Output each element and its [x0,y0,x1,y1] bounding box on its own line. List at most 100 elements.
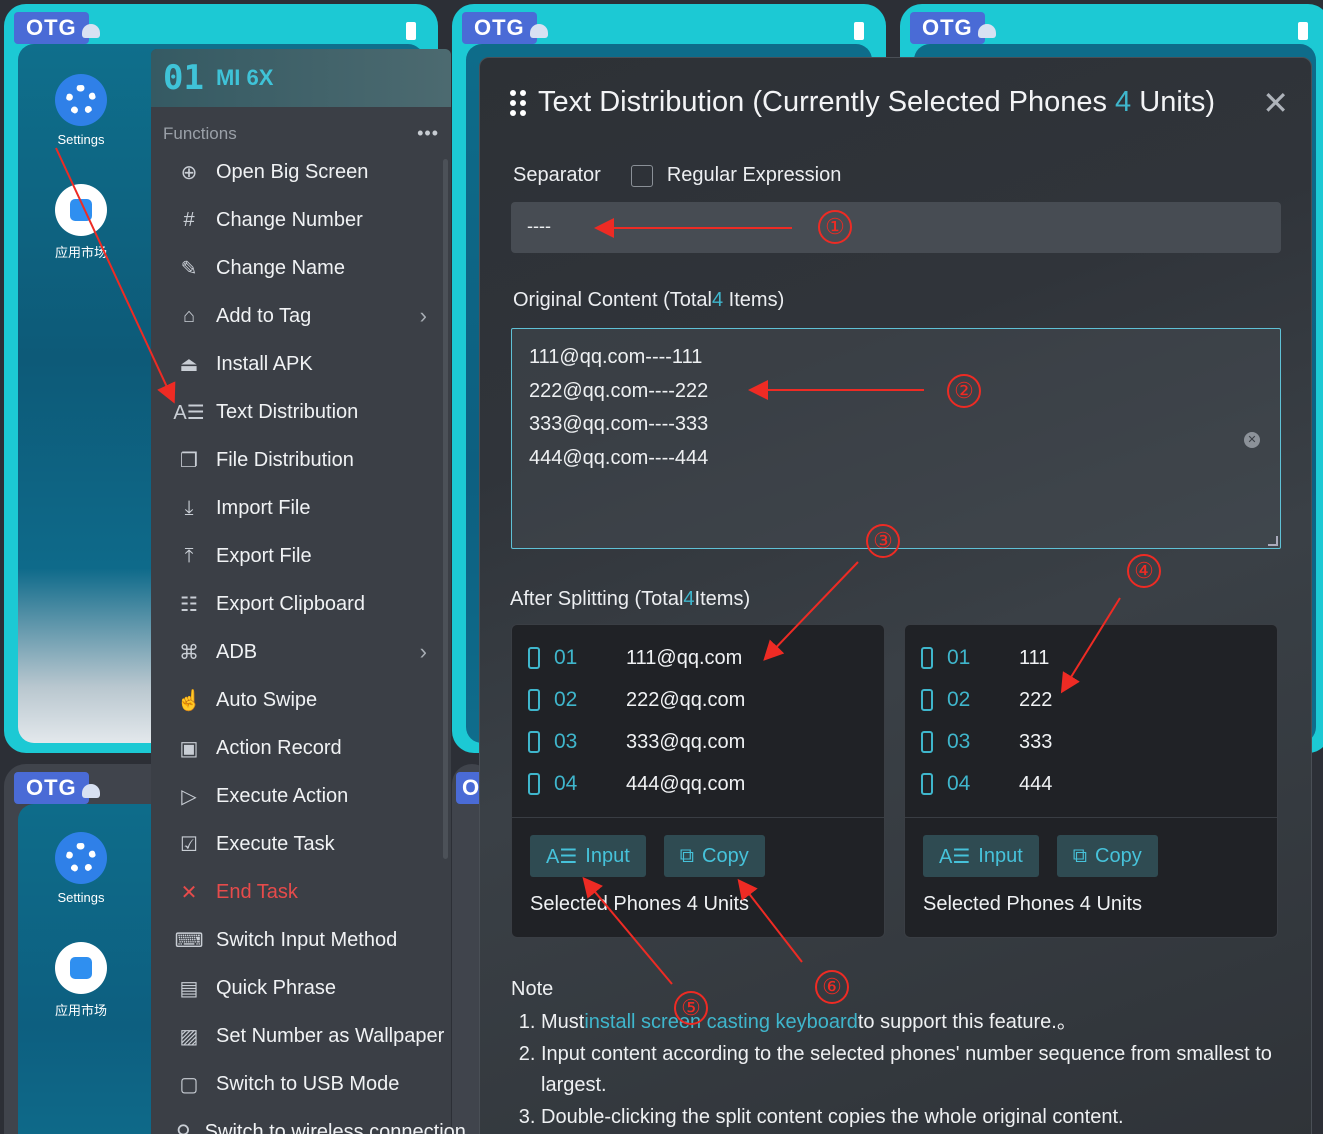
image-icon: ▨ [179,1025,199,1048]
copy-button[interactable]: ⧉ Copy [1056,835,1158,877]
menu-item-end-task[interactable]: ✕ End Task [151,868,451,916]
menu-item-adb[interactable]: ⌘ ADB › [151,628,451,676]
split-row[interactable]: 04 444 [921,763,1261,805]
note-text: Must [541,1011,585,1033]
separator-row: Separator Regular Expression [513,164,841,187]
menu-item-execute-action[interactable]: ▷ Execute Action [151,772,451,820]
menu-item-execute-task[interactable]: ☑ Execute Task [151,820,451,868]
split-row[interactable]: 01 111 [921,637,1261,679]
note-text: to support this feature.。 [857,1011,1077,1033]
menu-item-label: Switch to wireless connection [204,1120,466,1134]
label-text: Original Content (Total [513,289,712,311]
copy-button[interactable]: ⧉ Copy [663,835,765,877]
battery-icon [854,22,864,40]
task-check-icon: ☑ [180,833,198,856]
text-format-icon: A☰ [546,845,578,868]
text-format-icon: A☰ [939,845,971,868]
clear-icon[interactable]: ✕ [1244,432,1260,448]
menu-item-switch-input-method[interactable]: ⌨ Switch Input Method [151,916,451,964]
phone-number: 03 [554,730,578,753]
app-store[interactable]: 应用市场 [41,184,121,261]
menu-item-import-file[interactable]: ⤓ Import File [151,484,451,532]
separator-input[interactable]: ---- [511,202,1281,253]
message-icon: ▤ [179,977,199,1000]
split-value: 222@qq.com [626,688,746,711]
wireless-icon: ⚲ [176,1121,191,1134]
resize-handle-icon[interactable] [1268,536,1278,546]
phone-number: 02 [947,688,971,711]
original-content-textarea[interactable]: 111@qq.com----111 222@qq.com----222 333@… [511,328,1281,549]
label-text: Items) [723,289,785,311]
regex-checkbox[interactable] [630,164,653,187]
split-row[interactable]: 01 111@qq.com [528,637,868,679]
menu-item-quick-phrase[interactable]: ▤ Quick Phrase [151,964,451,1012]
menu-item-text-distribution[interactable]: A☰ Text Distribution [151,388,451,436]
app-settings[interactable]: Settings [41,74,121,147]
button-label: Input [978,844,1023,867]
regex-label[interactable]: Regular Expression [667,164,842,187]
after-splitting-label: After Splitting (Total4Items) [510,588,750,611]
menu-item-export-file[interactable]: ⤒ Export File [151,532,451,580]
annotation-marker-6: ⑥ [815,970,849,1004]
menu-item-action-record[interactable]: ▣ Action Record [151,724,451,772]
menu-item-file-distribution[interactable]: ❐ File Distribution [151,436,451,484]
settings-icon [55,832,107,884]
content-line: 444@qq.com----444 [529,446,709,469]
menu-item-add-to-tag[interactable]: ⌂ Add to Tag › [151,292,451,340]
install-keyboard-link[interactable]: install screen casting keyboard [584,1011,857,1033]
phone-number: 04 [554,772,578,795]
menu-item-switch-to-wireless-connection[interactable]: ⚲ Switch to wireless connection [151,1108,466,1134]
menu-item-install-apk[interactable]: ⏏ Install APK [151,340,451,388]
app-label: 应用市场 [54,1003,107,1018]
phone-icon [921,773,933,795]
device-model: MI 6X [215,65,274,90]
note-item: Input content according to the selected … [541,1039,1291,1102]
function-menu: 01 MI 6X Functions ••• ⊕ Open Big Screen #… [151,49,466,1134]
title-suffix: Units) [1131,86,1215,118]
menu-item-label: Switch Input Method [216,928,398,951]
more-icon[interactable]: ••• [417,123,439,144]
split-row[interactable]: 02 222 [921,679,1261,721]
split-row[interactable]: 03 333 [921,721,1261,763]
split-column-1: 01 111@qq.com 02 222@qq.com 03 333@qq.com 04 44… [511,624,885,938]
button-label: Copy [1095,844,1142,867]
menu-item-label: Switch to USB Mode [216,1072,400,1095]
text-distribution-dialog: Text Distribution (Currently Selected Ph… [479,57,1312,1134]
split-row[interactable]: 02 222@qq.com [528,679,868,721]
app-store[interactable]: 应用市场 [41,942,121,1019]
menu-item-auto-swipe[interactable]: ☝ Auto Swipe [151,676,451,724]
menu-scrollbar[interactable] [443,159,448,859]
hash-icon: # [183,208,195,231]
menu-item-set-number-as-wallpaper[interactable]: ▨ Set Number as Wallpaper [151,1012,451,1060]
split-row[interactable]: 04 444@qq.com [528,763,868,805]
app-label: 应用市场 [54,245,107,260]
split-row[interactable]: 03 333@qq.com [528,721,868,763]
input-button[interactable]: A☰ Input [923,835,1039,877]
menu-item-label: Text Distribution [216,400,359,423]
app-settings[interactable]: Settings [41,832,121,905]
menu-item-label: Execute Task [216,832,335,855]
split-rows: 01 111@qq.com 02 222@qq.com 03 333@qq.com 04 44… [512,625,884,805]
button-label: Copy [702,844,749,867]
menu-item-label: Quick Phrase [216,976,337,999]
close-icon[interactable]: ✕ [1262,84,1289,122]
menu-item-open-big-screen[interactable]: ⊕ Open Big Screen [151,148,451,196]
play-circle-icon: ▷ [181,785,197,808]
input-button[interactable]: A☰ Input [530,835,646,877]
app-label: Settings [57,132,105,147]
menu-item-label: ADB [216,640,258,663]
phone-icon [528,773,540,795]
drag-handle-icon[interactable] [510,89,526,116]
menu-item-switch-to-usb-mode[interactable]: ▢ Switch to USB Mode [151,1060,451,1108]
menu-item-label: Set Number as Wallpaper [216,1024,445,1047]
swipe-hand-icon: ☝ [176,689,202,712]
pencil-icon: ✎ [180,257,198,280]
note-list: Mustinstall screen casting keyboardto su… [511,1007,1291,1133]
menu-item-change-number[interactable]: # Change Number [151,196,451,244]
menu-item-export-clipboard[interactable]: ☷ Export Clipboard [151,580,451,628]
split-rows: 01 111 02 222 03 333 04 444 [905,625,1277,805]
annotation-marker-2: ② [947,374,981,408]
menu-item-change-name[interactable]: ✎ Change Name [151,244,451,292]
split-value: 444 [1019,772,1053,795]
phone-icon [921,647,933,669]
